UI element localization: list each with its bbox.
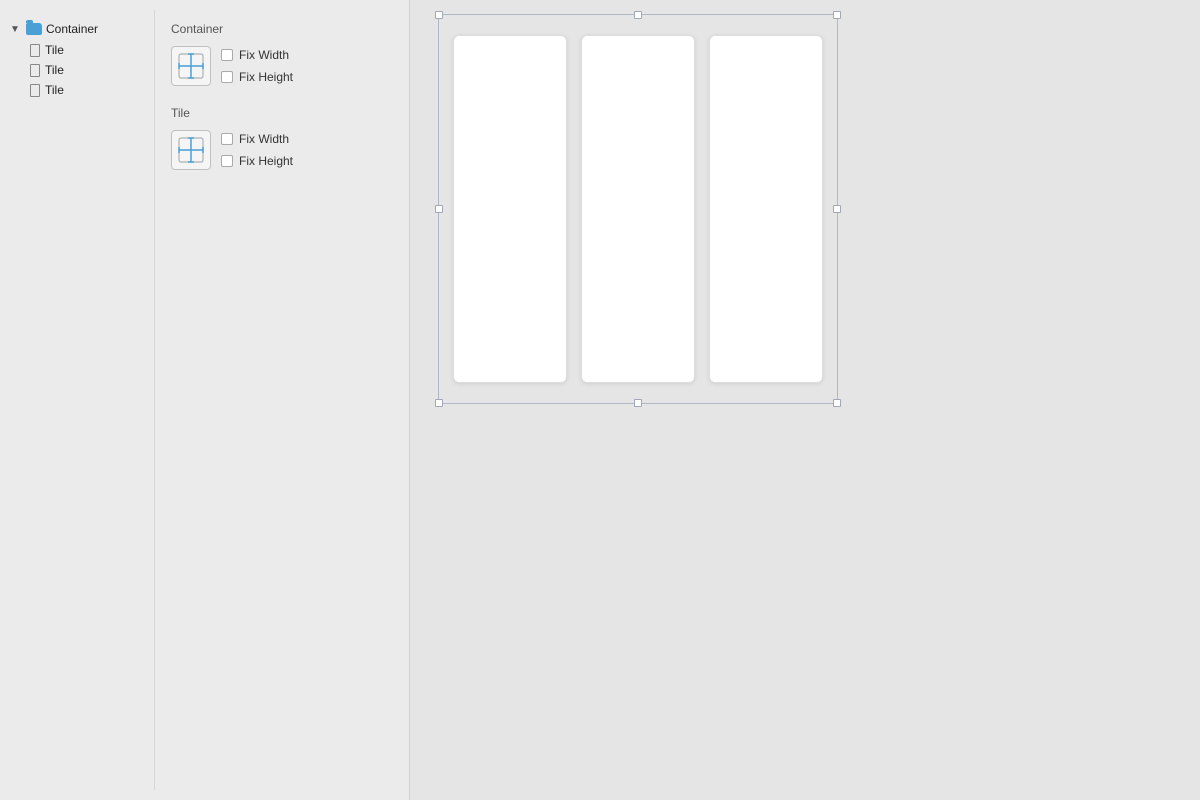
tile-constraint-icon-box	[171, 130, 211, 170]
tile-rect-icon-2	[30, 64, 40, 77]
tile-constraint-svg	[177, 136, 205, 164]
tile-prop-row: Fix Width Fix Height	[171, 130, 393, 170]
tile-fix-width-row[interactable]: Fix Width	[221, 132, 293, 146]
tile-card-3[interactable]	[709, 35, 823, 383]
tile-label-2: Tile	[45, 63, 64, 77]
tile-fix-height-row[interactable]: Fix Height	[221, 154, 293, 168]
handle-bot-right[interactable]	[833, 399, 841, 407]
tree-container-row[interactable]: ▼ Container	[0, 18, 154, 40]
tree-column: ▼ Container Tile Tile Tile	[0, 10, 155, 790]
tile-fix-width-checkbox[interactable]	[221, 133, 233, 145]
tree-tile-row-2[interactable]: Tile	[0, 60, 154, 80]
handle-bot-left[interactable]	[435, 399, 443, 407]
container-constraint-icon-box	[171, 46, 211, 86]
container-props-group: Container	[171, 22, 393, 86]
props-column: Container	[155, 10, 409, 790]
container-fix-height-checkbox[interactable]	[221, 71, 233, 83]
container-constraint-svg	[177, 52, 205, 80]
tree-arrow-icon: ▼	[10, 24, 22, 35]
selection-box[interactable]	[438, 14, 838, 404]
tile-label-1: Tile	[45, 43, 64, 57]
tile-rect-icon-3	[30, 84, 40, 97]
folder-icon	[26, 23, 42, 35]
handle-top-center[interactable]	[634, 11, 642, 19]
handle-mid-left[interactable]	[435, 205, 443, 213]
tiles-row	[453, 35, 823, 383]
handle-mid-right[interactable]	[833, 205, 841, 213]
container-fix-width-label: Fix Width	[239, 48, 289, 62]
container-fix-width-checkbox[interactable]	[221, 49, 233, 61]
handle-bot-center[interactable]	[634, 399, 642, 407]
app-layout: ▼ Container Tile Tile Tile	[0, 0, 1200, 800]
canvas-area	[410, 0, 1200, 800]
handle-top-left[interactable]	[435, 11, 443, 19]
left-panel: ▼ Container Tile Tile Tile	[0, 0, 410, 800]
container-fix-height-row[interactable]: Fix Height	[221, 70, 293, 84]
left-panel-inner: ▼ Container Tile Tile Tile	[0, 10, 409, 790]
tile-props-label: Tile	[171, 106, 393, 120]
tile-card-1[interactable]	[453, 35, 567, 383]
tile-checkboxes: Fix Width Fix Height	[221, 132, 293, 168]
tree-tile-row-1[interactable]: Tile	[0, 40, 154, 60]
tile-label-3: Tile	[45, 83, 64, 97]
container-fix-height-label: Fix Height	[239, 70, 293, 84]
tile-card-2[interactable]	[581, 35, 695, 383]
container-checkboxes: Fix Width Fix Height	[221, 48, 293, 84]
tree-tile-row-3[interactable]: Tile	[0, 80, 154, 100]
tile-fix-height-checkbox[interactable]	[221, 155, 233, 167]
tile-rect-icon-1	[30, 44, 40, 57]
tile-props-group: Tile	[171, 106, 393, 170]
container-prop-row: Fix Width Fix Height	[171, 46, 393, 86]
container-fix-width-row[interactable]: Fix Width	[221, 48, 293, 62]
container-tree-label: Container	[46, 22, 98, 36]
handle-top-right[interactable]	[833, 11, 841, 19]
tile-fix-height-label: Fix Height	[239, 154, 293, 168]
container-props-label: Container	[171, 22, 393, 36]
tile-fix-width-label: Fix Width	[239, 132, 289, 146]
